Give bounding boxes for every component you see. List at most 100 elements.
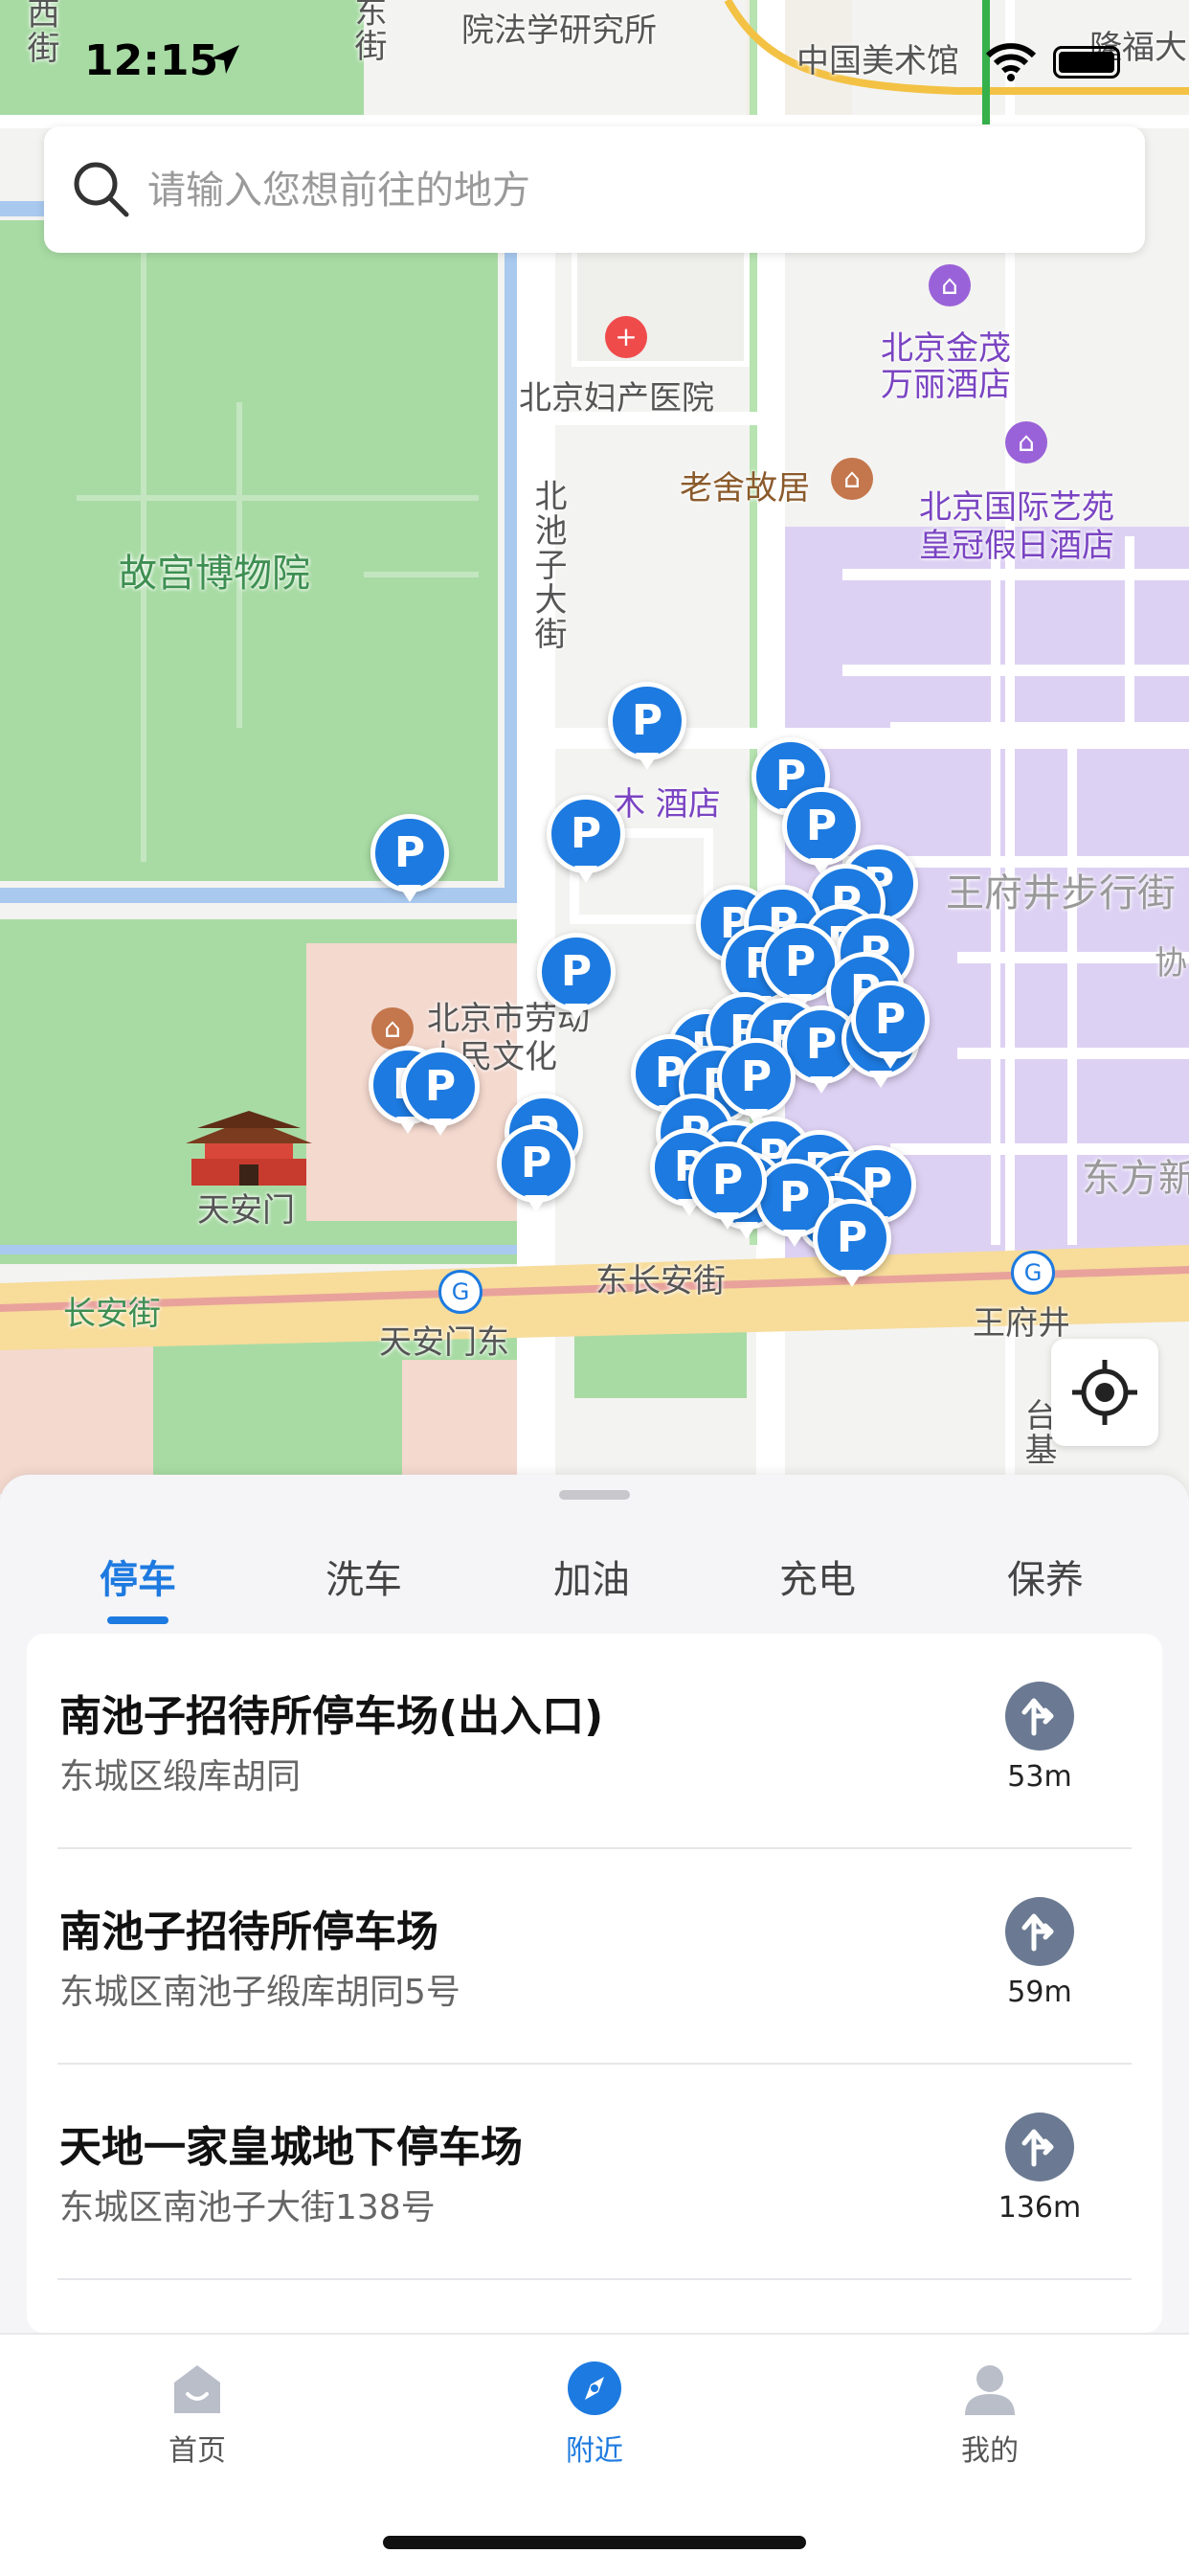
parking-pin-tail — [783, 1230, 806, 1247]
turn-arrow-icon — [1021, 1698, 1054, 1736]
map-label-tiananmen-east[interactable]: 天安门东 — [379, 1316, 509, 1363]
parking-pin-label: P — [370, 814, 449, 893]
parking-pin-tail — [525, 1195, 548, 1212]
map-label-xie: 协 — [1155, 944, 1187, 983]
navigate-button[interactable] — [1005, 2113, 1074, 2181]
parking-address: 东城区南池子大街138号 — [59, 2188, 436, 2227]
search-icon — [74, 162, 129, 217]
parking-pin-label: P — [497, 1124, 575, 1203]
active-tab-indicator — [107, 1616, 168, 1624]
parking-address: 东城区缎库胡同 — [59, 1757, 302, 1796]
tab-label: 停车 — [100, 1558, 176, 1602]
profile-icon — [965, 2365, 1015, 2415]
parking-pin[interactable]: P — [688, 1141, 767, 1233]
hotel-icon[interactable]: ⌂ — [1005, 421, 1047, 463]
locate-me-button[interactable] — [1051, 1339, 1158, 1446]
map-label-laoshe[interactable]: 老舍故居 — [680, 462, 810, 508]
map-label-guoji-2[interactable]: 皇冠假日酒店 — [919, 519, 1114, 566]
parking-name: 天地一家皇城地下停车场 — [59, 2123, 523, 2172]
parking-pin-tail — [841, 1270, 864, 1287]
tab-parking[interactable]: 停车 — [61, 1523, 214, 1638]
tabbar-label: 我的 — [961, 2434, 1019, 2468]
metro-icon[interactable]: G — [438, 1270, 482, 1314]
distance-label: 136m — [998, 2191, 1082, 2225]
parking-pin[interactable]: P — [547, 795, 625, 887]
tabbar-nearby[interactable]: 附近 — [499, 2360, 690, 2469]
parking-pin[interactable]: P — [401, 1048, 480, 1140]
sheet-grabber[interactable] — [559, 1490, 630, 1500]
parking-pin-tail — [574, 866, 597, 883]
parking-pin-label: P — [401, 1048, 480, 1126]
tab-charging[interactable]: 充电 — [741, 1523, 894, 1638]
map-label-hotel-partial: 木 酒店 — [613, 785, 721, 824]
parking-pin-tail — [636, 753, 659, 770]
map-label-changan-east: 东长安街 — [595, 1262, 726, 1300]
crosshair-icon — [1072, 1360, 1137, 1425]
parking-name: 南池子招待所停车场 — [59, 1908, 438, 1956]
parking-pin-tail — [565, 1004, 588, 1021]
museum-icon[interactable]: ⌂ — [831, 458, 873, 500]
search-input[interactable] — [146, 159, 1107, 222]
turn-arrow-icon — [1021, 1913, 1054, 1952]
tab-maintenance[interactable]: 保养 — [969, 1523, 1122, 1638]
parking-pin[interactable]: P — [813, 1199, 891, 1291]
parking-name: 南池子招待所停车场(出入口) — [59, 1692, 604, 1741]
parking-pin-tail — [879, 1051, 902, 1069]
tab-car-wash[interactable]: 洗车 — [287, 1523, 440, 1638]
location-arrow-icon — [211, 45, 239, 74]
parking-pin-label: P — [688, 1141, 767, 1220]
home-icon — [174, 2365, 220, 2413]
distance-label: 59m — [1007, 1976, 1072, 2009]
navigate-button[interactable] — [1005, 1682, 1074, 1751]
parking-pin-tail — [398, 885, 421, 902]
hotel-icon[interactable]: ⌂ — [929, 264, 971, 306]
tab-label: 保养 — [1007, 1558, 1084, 1602]
map-label-wangfujing-walk: 王府井步行街 — [946, 871, 1176, 915]
map-label-tiananmen[interactable]: 天安门 — [197, 1184, 295, 1231]
metro-icon[interactable]: G — [1011, 1251, 1055, 1295]
map-label-wangfujing[interactable]: 王府井 — [973, 1297, 1070, 1344]
parking-pin[interactable]: P — [851, 981, 930, 1073]
map-label-palace-museum[interactable]: 故宫博物院 — [119, 542, 310, 598]
parking-pin-label: P — [851, 981, 930, 1059]
map-label-jinmao-2[interactable]: 万丽酒店 — [881, 358, 1011, 405]
tab-fuel[interactable]: 加油 — [515, 1523, 668, 1638]
tab-label: 洗车 — [325, 1558, 402, 1602]
tab-label: 充电 — [779, 1558, 856, 1602]
map-view[interactable]: 西街 东街 院法学研究所 中国美术馆 隆福大 + 北京妇产医院 ⌂ 北京金茂 万… — [0, 0, 1189, 1494]
museum-icon[interactable]: ⌂ — [371, 1007, 414, 1050]
parking-pin-tail — [810, 1076, 833, 1094]
parking-pin-label: P — [537, 933, 616, 1011]
parking-pin-label: P — [547, 795, 625, 873]
status-time: 12:15 — [84, 36, 219, 85]
parking-pin-tail — [429, 1119, 452, 1136]
bottom-tab-bar: 首页 附近 我的 — [0, 2333, 1189, 2576]
home-indicator — [383, 2536, 806, 2549]
divider — [57, 2278, 1132, 2280]
wifi-icon — [985, 43, 1037, 81]
list-item[interactable]: 南池子招待所停车场(出入口) 东城区缎库胡同 53m — [27, 1634, 1162, 1849]
tab-label: 加油 — [553, 1558, 630, 1602]
map-label-nanchizi-street: 北池子大街 — [528, 479, 567, 651]
search-bar[interactable] — [44, 126, 1145, 253]
results-list: 南池子招待所停车场(出入口) 东城区缎库胡同 53m 南池子招待所停车场 东城区… — [27, 1634, 1162, 2333]
parking-pin[interactable]: P — [537, 933, 616, 1025]
map-label-changan: 长安街 — [63, 1295, 161, 1333]
tiananmen-gate-icon[interactable] — [182, 1111, 316, 1187]
list-item[interactable]: 南池子招待所停车场 东城区南池子缎库胡同5号 59m — [27, 1849, 1162, 2065]
tabbar-profile[interactable]: 我的 — [894, 2360, 1086, 2469]
hospital-icon[interactable]: + — [605, 316, 647, 358]
status-bar: 12:15 — [0, 0, 1189, 115]
battery-icon — [1053, 46, 1120, 79]
parking-pin[interactable]: P — [370, 814, 449, 906]
navigate-button[interactable] — [1005, 1897, 1074, 1966]
parking-pin[interactable]: P — [497, 1124, 575, 1216]
map-label-hospital[interactable]: 北京妇产医院 — [519, 372, 714, 418]
compass-icon — [568, 2361, 621, 2415]
tabbar-label: 首页 — [168, 2434, 226, 2468]
tabbar-home[interactable]: 首页 — [101, 2360, 293, 2469]
parking-pin[interactable]: P — [608, 682, 686, 774]
tabbar-label: 附近 — [566, 2434, 623, 2468]
map-label-dongfang: 东方新 — [1082, 1157, 1189, 1201]
list-item[interactable]: 天地一家皇城地下停车场 东城区南池子大街138号 136m — [27, 2065, 1162, 2280]
